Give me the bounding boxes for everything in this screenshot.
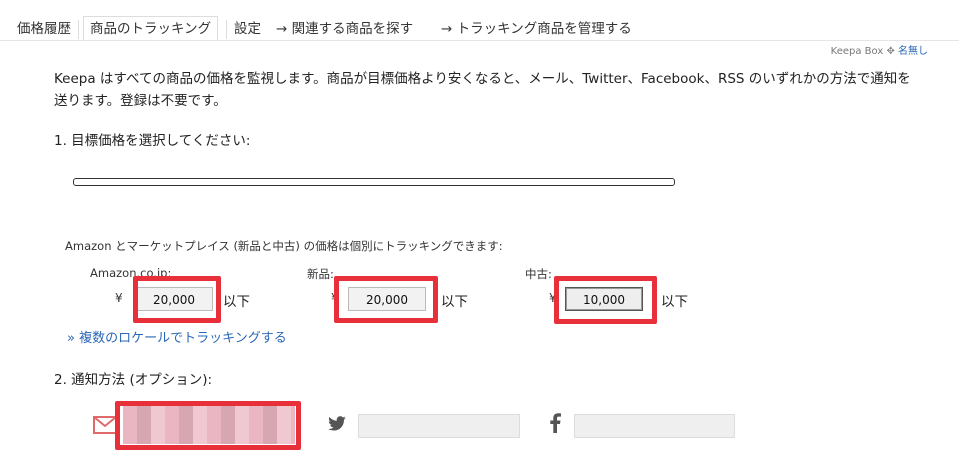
step1-label: 1. 目標価格を選択してください: — [54, 133, 251, 149]
tab-tracking[interactable]: 商品のトラッキング — [83, 16, 219, 41]
used-highlight-box — [554, 276, 657, 324]
intro-line-1: Keepa はすべての商品の価格を監視します。商品が目標価格より安くなると、メー… — [54, 71, 911, 87]
keepa-box-user: Keepa Box ✥ 名無し — [831, 42, 928, 57]
tab-divider — [78, 20, 79, 39]
tab-price-history[interactable]: 価格履歴 — [17, 17, 71, 41]
email-icon — [93, 416, 117, 434]
amazon-currency: ¥ — [115, 291, 123, 305]
tab-find-related[interactable]: → 関連する商品を探す — [276, 17, 413, 41]
user-name-link[interactable]: 名無し — [898, 46, 928, 57]
amazon-price-suffix: 以下 — [223, 294, 250, 310]
intro-line-2: 送ります。登録は不要です。 — [54, 93, 227, 109]
tab-bar: 価格履歴 商品のトラッキング 設定 → 関連する商品を探す → トラッキング商品… — [0, 0, 959, 41]
new-highlight-box — [334, 276, 438, 323]
tab-divider — [226, 20, 227, 39]
twitter-input[interactable] — [358, 414, 520, 438]
tab-manage-tracking[interactable]: → トラッキング商品を管理する — [441, 17, 632, 41]
tab-settings[interactable]: 設定 — [234, 17, 261, 41]
new-price-suffix: 以下 — [441, 294, 468, 310]
amazon-highlight-box — [133, 276, 221, 323]
step2-label: 2. 通知方法 (オプション): — [54, 372, 213, 388]
price-slider[interactable] — [73, 178, 675, 186]
multi-locale-link[interactable]: » 複数のロケールでトラッキングする — [67, 327, 287, 346]
facebook-icon — [550, 413, 561, 433]
used-price-label: 中古: — [525, 267, 552, 281]
user-icon: ✥ — [886, 46, 898, 57]
facebook-input[interactable] — [574, 414, 735, 438]
keepa-box-label: Keepa Box — [830, 46, 884, 57]
used-price-suffix: 以下 — [661, 294, 688, 310]
tab-underline — [0, 40, 959, 41]
twitter-icon — [328, 416, 346, 431]
price-note: Amazon とマーケットプレイス (新品と中古) の価格は個別にトラッキングで… — [65, 239, 503, 253]
email-highlight-box — [115, 401, 301, 450]
new-price-label: 新品: — [307, 267, 334, 281]
